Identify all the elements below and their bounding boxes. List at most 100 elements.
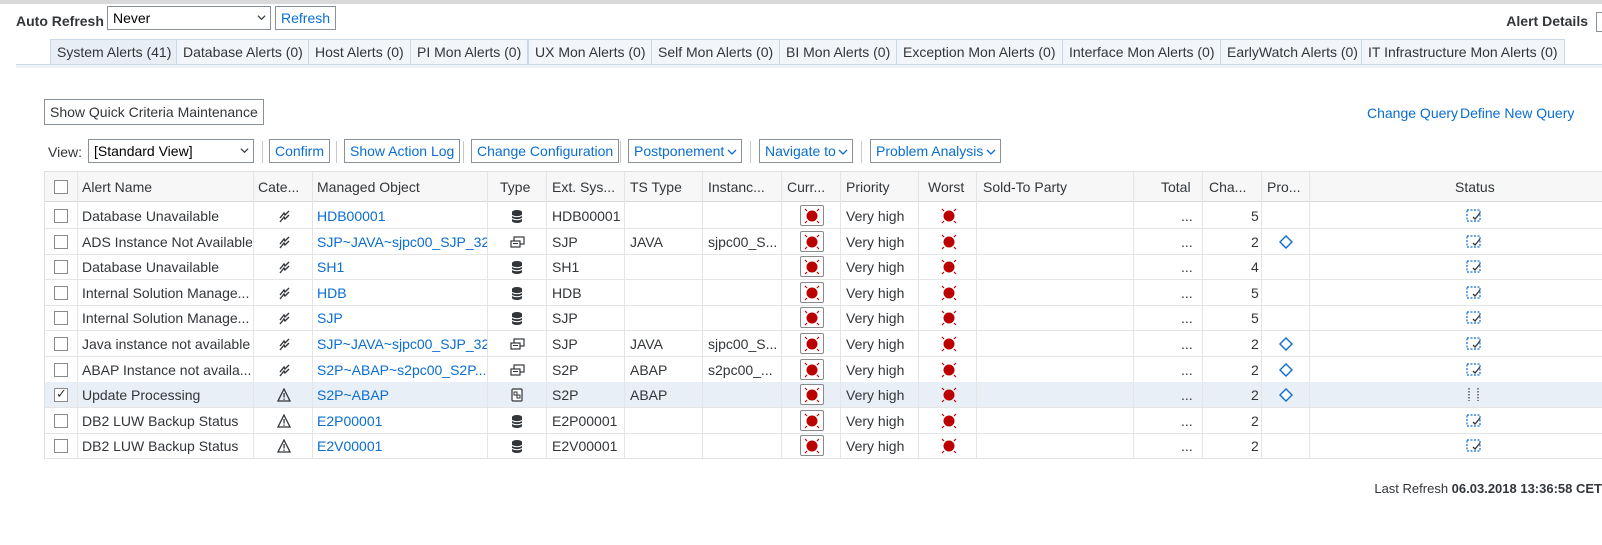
- show-quick-criteria-button[interactable]: Show Quick Criteria Maintenance: [44, 99, 264, 125]
- status-icon[interactable]: [1466, 259, 1481, 274]
- current-rating-icon: [800, 358, 824, 380]
- navigate-to-menu-button[interactable]: Navigate to: [759, 139, 853, 163]
- changes: 2: [1251, 361, 1259, 378]
- status-icon[interactable]: [1466, 208, 1481, 223]
- managed-object-link[interactable]: HDB00001: [317, 208, 487, 224]
- status-icon[interactable]: [1466, 234, 1481, 249]
- table-row[interactable]: DB2 LUW Backup Status E2P00001 E2P00001 Ver…: [44, 407, 1602, 434]
- col-sold-to-party[interactable]: Sold-To Party: [983, 179, 1067, 195]
- col-managed-object[interactable]: Managed Object: [317, 179, 420, 195]
- show-action-log-button[interactable]: Show Action Log: [344, 139, 461, 163]
- table-row[interactable]: Database Unavailable SH1 SH1 Very high... 4: [44, 254, 1602, 281]
- table-row[interactable]: Database Unavailable HDB00001 HDB00001 Very…: [44, 203, 1602, 229]
- priority: Very high: [846, 438, 905, 455]
- red-alert-icon: [804, 259, 820, 275]
- col-processor[interactable]: Pro...: [1267, 179, 1300, 195]
- instance: s2pc00_...: [708, 361, 773, 378]
- row-checkbox[interactable]: ✓: [54, 386, 68, 403]
- tab-ux-mon-alerts[interactable]: UX Mon Alerts (0): [528, 39, 653, 65]
- toolbar-separator: [336, 141, 337, 163]
- worst-rating-icon: [941, 310, 957, 326]
- managed-object-link[interactable]: HDB: [317, 285, 487, 301]
- managed-object-link[interactable]: SJP: [317, 310, 487, 326]
- database-icon: [511, 261, 523, 275]
- table-row[interactable]: ABAP Instance not availa... S2P~ABAP~s2pc…: [44, 356, 1602, 383]
- refresh-button[interactable]: Refresh: [275, 6, 337, 30]
- table-row[interactable]: Internal Solution Manage... SJP SJP Very hi…: [44, 305, 1602, 332]
- row-checkbox[interactable]: [54, 260, 68, 275]
- col-worst[interactable]: Worst: [928, 179, 964, 195]
- row-checkbox[interactable]: [54, 311, 68, 326]
- col-type[interactable]: Type: [500, 179, 530, 195]
- select-all-checkbox[interactable]: [54, 180, 68, 194]
- col-current[interactable]: Curr...: [787, 179, 825, 195]
- managed-object-link[interactable]: S2P~ABAP: [317, 387, 487, 403]
- status-icon[interactable]: [1466, 413, 1481, 428]
- column-divider: [312, 171, 313, 459]
- tab-exception-mon-alerts[interactable]: Exception Mon Alerts (0): [896, 39, 1063, 65]
- status-icon[interactable]: [1466, 336, 1481, 351]
- col-category[interactable]: Cate...: [258, 179, 299, 195]
- ext-system: HDB00001: [552, 208, 621, 224]
- change-query-link[interactable]: Change Query: [1367, 105, 1458, 121]
- alert-details-select[interactable]: [1596, 12, 1602, 32]
- tab-host-alerts[interactable]: Host Alerts (0): [308, 39, 411, 65]
- managed-object-link[interactable]: SH1: [317, 259, 487, 275]
- table-row[interactable]: DB2 LUW Backup Status E2V00001 E2V00001 Ver…: [44, 433, 1602, 460]
- row-checkbox[interactable]: [54, 362, 68, 377]
- confirm-button[interactable]: Confirm: [269, 139, 331, 163]
- row-checkbox[interactable]: [54, 209, 68, 223]
- tab-self-mon-alerts[interactable]: Self Mon Alerts (0): [651, 39, 781, 65]
- ts-type: ABAP: [630, 387, 668, 404]
- change-configuration-button[interactable]: Change Configuration: [471, 139, 620, 163]
- row-checkbox[interactable]: [54, 285, 68, 300]
- status-icon[interactable]: [1466, 438, 1481, 453]
- view-select[interactable]: [Standard View]: [88, 139, 254, 163]
- col-total[interactable]: Total: [1161, 179, 1191, 195]
- status-icon[interactable]: [1466, 310, 1481, 325]
- col-ext-system[interactable]: Ext. Sys...: [552, 179, 615, 195]
- problem-analysis-menu-button[interactable]: Problem Analysis: [870, 139, 1001, 163]
- tab-earlywatch-alerts[interactable]: EarlyWatch Alerts (0): [1220, 39, 1365, 65]
- col-instance[interactable]: Instanc...: [708, 179, 765, 195]
- tab-system-alerts[interactable]: System Alerts (41): [50, 39, 179, 65]
- managed-object-link[interactable]: SJP~JAVA~sjpc00_SJP_32: [317, 234, 487, 250]
- table-row[interactable]: ✓ Update Processing S2P~ABAP S2P ABAP Very hi…: [44, 382, 1602, 409]
- status-icon[interactable]: [1466, 285, 1481, 300]
- column-divider: [781, 171, 782, 459]
- col-alert-name[interactable]: Alert Name: [82, 179, 152, 195]
- postponement-menu-button[interactable]: Postponement: [628, 139, 742, 163]
- tab-database-alerts[interactable]: Database Alerts (0): [176, 39, 310, 65]
- column-divider: [624, 171, 625, 459]
- ts-type: ABAP: [630, 361, 668, 378]
- tab-pi-mon-alerts[interactable]: PI Mon Alerts (0): [410, 39, 529, 65]
- row-checkbox[interactable]: [54, 234, 68, 249]
- col-ts-type[interactable]: TS Type: [630, 179, 682, 195]
- tab-bi-mon-alerts[interactable]: BI Mon Alerts (0): [779, 39, 898, 65]
- row-checkbox[interactable]: [54, 337, 68, 351]
- auto-refresh-select[interactable]: Never: [107, 6, 271, 30]
- managed-object-link[interactable]: SJP~JAVA~sjpc00_SJP_32: [317, 336, 487, 352]
- view-label: View:: [48, 144, 82, 160]
- changes: 2: [1251, 412, 1259, 429]
- status-icon[interactable]: [1466, 362, 1481, 377]
- table-row[interactable]: Internal Solution Manage... HDB HDB Very hi…: [44, 279, 1602, 306]
- tab-interface-mon-alerts[interactable]: Interface Mon Alerts (0): [1062, 39, 1222, 65]
- table-row[interactable]: ADS Instance Not Available SJP~JAVA~sjpc0…: [44, 228, 1602, 255]
- managed-object-link[interactable]: E2V00001: [317, 438, 487, 454]
- col-status[interactable]: Status: [1455, 179, 1495, 195]
- ext-system: SJP: [552, 336, 578, 352]
- total: ...: [1181, 259, 1193, 276]
- current-rating-icon: [800, 435, 824, 457]
- col-changes[interactable]: Cha...: [1209, 179, 1246, 195]
- status-icon[interactable]: [1466, 387, 1481, 402]
- row-checkbox[interactable]: [54, 413, 68, 428]
- managed-object-link[interactable]: S2P~ABAP~s2pc00_S2P...: [317, 362, 487, 378]
- table-row[interactable]: Java instance not available SJP~JAVA~sjpc…: [44, 331, 1602, 357]
- row-checkbox[interactable]: [54, 439, 68, 454]
- tab-it-infrastructure-mon-alerts[interactable]: IT Infrastructure Mon Alerts (0): [1361, 39, 1565, 65]
- define-new-query-link[interactable]: Define New Query: [1460, 105, 1574, 121]
- col-priority[interactable]: Priority: [846, 179, 890, 195]
- instance: sjpc00_S...: [708, 233, 778, 250]
- managed-object-link[interactable]: E2P00001: [317, 413, 487, 429]
